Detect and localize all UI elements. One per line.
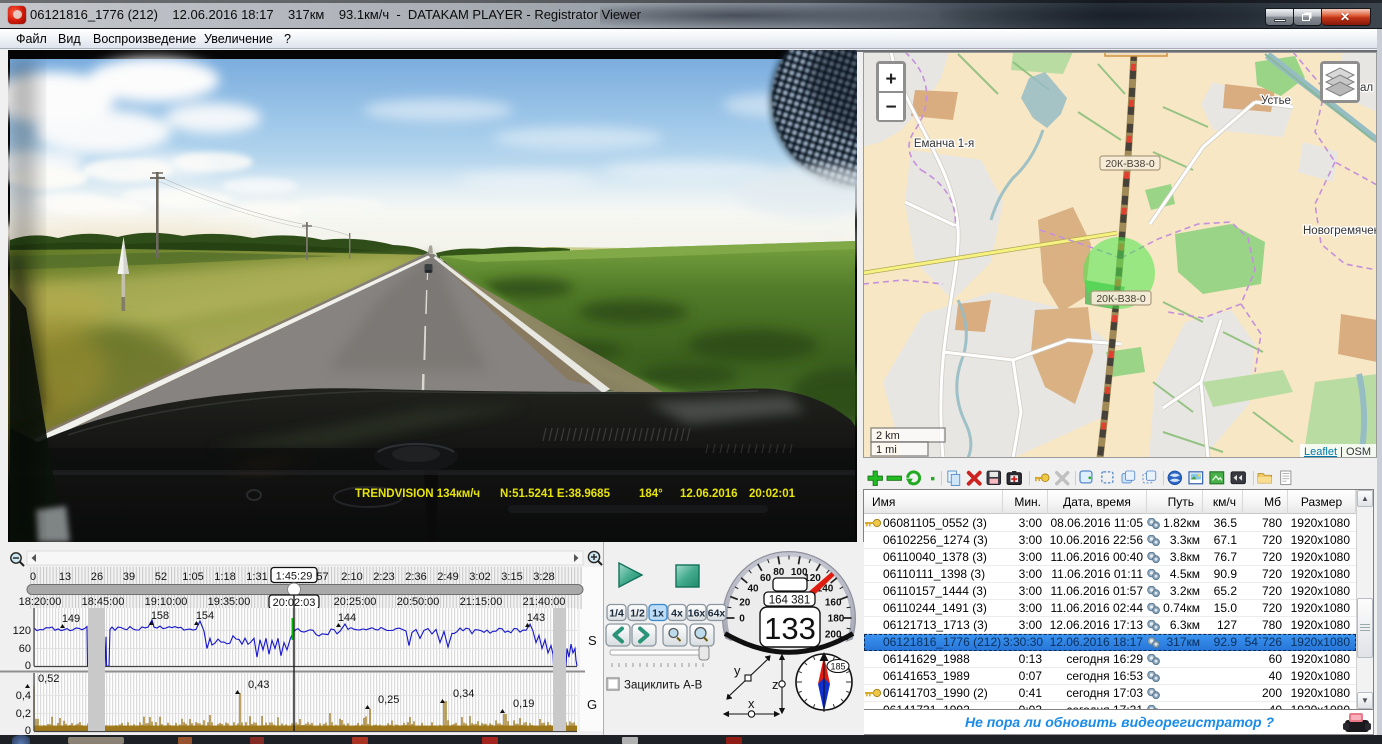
svg-text:1:05: 1:05 bbox=[182, 571, 203, 583]
svg-text:−: − bbox=[885, 97, 896, 118]
svg-text:TRENDVISION 134км/ч: TRENDVISION 134км/ч bbox=[355, 488, 480, 500]
svg-text:20К-В38-0: 20К-В38-0 bbox=[1105, 158, 1154, 170]
svg-text:2 km: 2 km bbox=[876, 430, 900, 442]
svg-text:185: 185 bbox=[830, 662, 845, 672]
svg-text:26: 26 bbox=[91, 571, 103, 583]
svg-text:12.06.2016: 12.06.2016 bbox=[680, 488, 738, 500]
svg-text:1:45:29: 1:45:29 bbox=[276, 571, 313, 583]
svg-text:0: 0 bbox=[25, 660, 31, 672]
svg-text:144: 144 bbox=[338, 612, 356, 624]
svg-text:1x: 1x bbox=[652, 608, 664, 620]
svg-text:ал: ал bbox=[1360, 82, 1373, 94]
svg-text:19:10:00: 19:10:00 bbox=[145, 596, 188, 608]
svg-text:133: 133 bbox=[764, 611, 816, 646]
svg-text:+: + bbox=[885, 69, 896, 90]
svg-text:0,52: 0,52 bbox=[38, 673, 59, 685]
svg-text:18:45:00: 18:45:00 bbox=[82, 596, 125, 608]
svg-text:60: 60 bbox=[760, 573, 772, 584]
svg-text:154: 154 bbox=[196, 610, 214, 622]
svg-text:40: 40 bbox=[747, 583, 759, 594]
svg-text:2:23: 2:23 bbox=[373, 571, 394, 583]
svg-text:19:35:00: 19:35:00 bbox=[208, 596, 251, 608]
svg-text:x: x bbox=[748, 696, 755, 711]
svg-text:Leaflet | OSM: Leaflet | OSM bbox=[1304, 446, 1371, 458]
svg-text:z: z bbox=[772, 677, 779, 692]
svg-text:149: 149 bbox=[62, 613, 80, 625]
svg-text:20К-В38-0: 20К-В38-0 bbox=[1096, 293, 1145, 305]
svg-text:0: 0 bbox=[30, 571, 36, 583]
svg-text:y: y bbox=[734, 663, 741, 678]
svg-text:52: 52 bbox=[155, 571, 167, 583]
svg-text:S: S bbox=[588, 633, 597, 648]
svg-text:Зациклить A-B: Зациклить A-B bbox=[624, 680, 703, 692]
svg-text:16x: 16x bbox=[688, 608, 706, 620]
svg-text:4x: 4x bbox=[671, 608, 683, 620]
svg-text:3:28: 3:28 bbox=[533, 571, 554, 583]
svg-text:20:25:00: 20:25:00 bbox=[334, 596, 377, 608]
svg-text:Новогремячен: Новогремячен bbox=[1303, 225, 1377, 237]
svg-text:0,19: 0,19 bbox=[513, 698, 534, 710]
svg-text:1/4: 1/4 bbox=[609, 608, 624, 620]
svg-text:21:40:00: 21:40:00 bbox=[523, 596, 566, 608]
svg-text:1 mi: 1 mi bbox=[876, 444, 897, 456]
svg-text:1:31: 1:31 bbox=[246, 571, 267, 583]
svg-text:20:02:01: 20:02:01 bbox=[749, 488, 796, 500]
svg-text:180: 180 bbox=[828, 614, 845, 625]
svg-text:184°: 184° bbox=[639, 488, 663, 500]
svg-text:60: 60 bbox=[19, 643, 31, 655]
svg-text:1:18: 1:18 bbox=[214, 571, 235, 583]
svg-text:N:51.5241 E:38.9685: N:51.5241 E:38.9685 bbox=[500, 488, 611, 500]
svg-text:21:15:00: 21:15:00 bbox=[460, 596, 503, 608]
svg-text:G: G bbox=[587, 697, 597, 712]
svg-text:64x: 64x bbox=[708, 608, 726, 620]
svg-text:2:10: 2:10 bbox=[341, 571, 362, 583]
svg-text:3:15: 3:15 bbox=[501, 571, 522, 583]
svg-text:0: 0 bbox=[739, 614, 745, 625]
svg-text:164 381: 164 381 bbox=[769, 595, 811, 607]
svg-text:20: 20 bbox=[739, 597, 751, 608]
svg-text:Еманча 1-я: Еманча 1-я bbox=[914, 138, 974, 150]
svg-text:20:50:00: 20:50:00 bbox=[397, 596, 440, 608]
svg-text:158: 158 bbox=[151, 610, 169, 622]
svg-text:0,43: 0,43 bbox=[248, 679, 269, 691]
svg-text:13: 13 bbox=[59, 571, 71, 583]
svg-text:0,25: 0,25 bbox=[378, 694, 399, 706]
svg-text:120: 120 bbox=[13, 625, 31, 637]
svg-text:0,34: 0,34 bbox=[453, 688, 474, 700]
svg-text:1/2: 1/2 bbox=[630, 608, 645, 620]
svg-text:80: 80 bbox=[773, 567, 785, 578]
svg-text:3:02: 3:02 bbox=[469, 571, 490, 583]
svg-text:143: 143 bbox=[527, 612, 545, 624]
svg-text:2:36: 2:36 bbox=[405, 571, 426, 583]
svg-text:160: 160 bbox=[825, 597, 842, 608]
svg-text:0,4: 0,4 bbox=[16, 690, 31, 702]
svg-text:0,2: 0,2 bbox=[16, 708, 31, 720]
svg-text:0: 0 bbox=[25, 725, 31, 735]
svg-text:39: 39 bbox=[123, 571, 135, 583]
svg-text:2:49: 2:49 bbox=[437, 571, 458, 583]
svg-text:Устье: Устье bbox=[1261, 95, 1291, 107]
svg-text:18:20:00: 18:20:00 bbox=[19, 596, 62, 608]
